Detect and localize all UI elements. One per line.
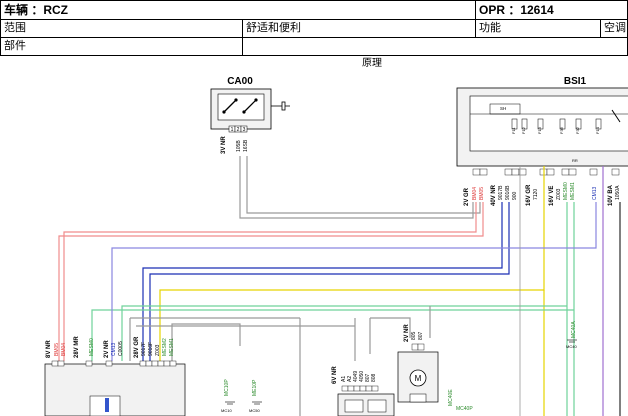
- svg-text:807: 807: [418, 331, 424, 340]
- motor-component: M: [397, 343, 439, 403]
- svg-text:2V NR: 2V NR: [104, 340, 110, 358]
- opr-cell: OPR ：12614: [475, 0, 628, 20]
- svg-text:16V GR: 16V GR: [526, 184, 532, 206]
- svg-text:1: 1: [231, 127, 234, 133]
- svg-text:Z003: Z003: [155, 344, 161, 356]
- svg-text:10V BA: 10V BA: [608, 184, 614, 206]
- function-label: 功能: [475, 19, 601, 38]
- lower-left-labels: 8V NR BM05 BM04 28V MR MESM0 2V NR CM13 …: [46, 336, 175, 358]
- svg-text:Z003: Z003: [556, 188, 562, 200]
- ca00-conn-label: 3V NR: [221, 136, 227, 154]
- bsi1-label: BSI1: [564, 76, 587, 87]
- svg-text:7120: 7120: [533, 189, 539, 200]
- bsi1-connector-labels: 2V GR BM04 BM05 40V NR 9017B 9016B 900 1…: [464, 182, 621, 206]
- function-value: 空调: [600, 19, 628, 38]
- svg-text:MESM0: MESM0: [563, 182, 569, 200]
- svg-text:9016F: 9016F: [148, 342, 154, 356]
- bsi1-box: SH F11 F12 F13 F36 F32 F14 RR: [456, 87, 628, 176]
- svg-text:ME10P: ME10P: [252, 379, 258, 396]
- svg-text:BM05: BM05: [54, 343, 60, 356]
- ca00-wire-1: 105B: [236, 140, 242, 152]
- svg-text:2: 2: [237, 127, 240, 133]
- part-value: [242, 37, 628, 56]
- svg-text:MC40P: MC40P: [456, 406, 473, 412]
- svg-text:MESM2: MESM2: [162, 338, 168, 356]
- svg-text:MESM1: MESM1: [570, 182, 576, 200]
- svg-text:F13: F13: [537, 126, 542, 134]
- svg-text:F32: F32: [575, 126, 580, 134]
- svg-text:F36: F36: [559, 126, 564, 134]
- ca00-wire-2: 16SB: [243, 139, 249, 152]
- svg-text:MC40A: MC40A: [571, 321, 577, 338]
- svg-text:CM13: CM13: [111, 342, 117, 356]
- lower-mid-labels: 6V NR A1 A2 4049 4050 807 808: [332, 366, 377, 384]
- svg-text:C0005: C0005: [118, 341, 124, 356]
- lower-left-connector: [44, 360, 186, 416]
- svg-text:40V NR: 40V NR: [491, 184, 497, 206]
- svg-text:3: 3: [243, 127, 246, 133]
- svg-text:808: 808: [371, 373, 377, 382]
- svg-text:MESM1: MESM1: [169, 338, 175, 356]
- svg-text:8V NR: 8V NR: [46, 340, 52, 358]
- svg-text:SH: SH: [500, 106, 506, 111]
- svg-text:F12: F12: [521, 126, 526, 134]
- svg-text:MESM0: MESM0: [89, 338, 95, 356]
- svg-text:F14: F14: [595, 126, 600, 134]
- svg-text:1050A: 1050A: [615, 185, 621, 200]
- wiring-diagram: 原理 CA00 1 2 3 3V NR 105B 16SB BSI1 SH F1…: [44, 57, 628, 416]
- svg-text:CM13: CM13: [592, 186, 598, 200]
- document-header: 车辆 ：RCZ OPR ：12614 范围 舒适和便利 功能 空调 部件: [0, 0, 628, 56]
- ca00-switch: 1 2 3: [210, 88, 290, 133]
- svg-text:F11: F11: [511, 127, 516, 134]
- motor-labels: 2V NR 805 807: [404, 324, 424, 342]
- lower-mid-connector: [337, 385, 395, 416]
- svg-text:MC40E: MC40E: [448, 389, 454, 406]
- svg-text:RR: RR: [572, 158, 578, 163]
- diagram-title: 原理: [362, 57, 382, 69]
- svg-text:MC10P: MC10P: [224, 379, 230, 396]
- svg-text:M: M: [415, 374, 422, 383]
- svg-text:900: 900: [512, 191, 518, 200]
- svg-text:MC40: MC40: [566, 344, 577, 349]
- svg-text:BM04: BM04: [472, 187, 478, 200]
- svg-text:BM05: BM05: [479, 187, 485, 200]
- svg-text:6V NR: 6V NR: [332, 366, 338, 384]
- svg-text:MC50: MC50: [249, 408, 260, 413]
- svg-text:9016B: 9016B: [505, 185, 511, 200]
- svg-text:2V GR: 2V GR: [464, 187, 470, 206]
- vehicle-cell: 车辆 ：RCZ: [0, 0, 476, 20]
- part-label: 部件: [0, 37, 243, 56]
- svg-text:28V MR: 28V MR: [74, 336, 80, 358]
- scope-value: 舒适和便利: [242, 19, 476, 38]
- ca00-label: CA00: [227, 76, 253, 87]
- svg-text:2V NR: 2V NR: [404, 324, 410, 342]
- svg-text:16V VE: 16V VE: [549, 186, 555, 206]
- svg-text:9017F: 9017F: [141, 342, 147, 356]
- svg-text:MC10: MC10: [221, 408, 232, 413]
- svg-text:9017B: 9017B: [498, 185, 504, 200]
- svg-text:805: 805: [411, 331, 417, 340]
- scope-label: 范围: [0, 19, 243, 38]
- svg-text:BM04: BM04: [61, 343, 67, 356]
- svg-text:28V GR: 28V GR: [134, 336, 140, 358]
